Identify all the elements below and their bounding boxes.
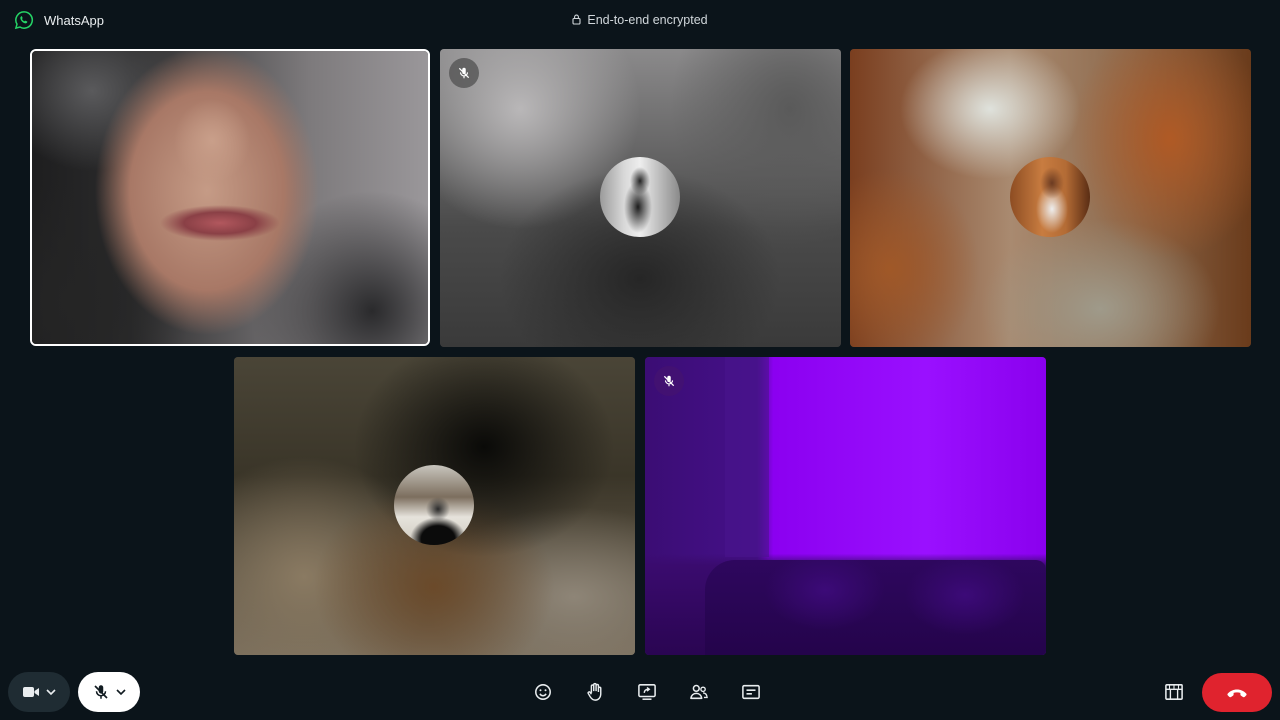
microphone-off-icon — [92, 683, 110, 701]
participant-tile-4[interactable] — [234, 357, 635, 655]
raise-hand-button[interactable] — [580, 678, 610, 706]
phone-hangup-icon — [1226, 687, 1248, 699]
participant-avatar — [600, 157, 680, 237]
camera-toggle-button[interactable] — [8, 672, 70, 712]
participant-video-feed — [645, 357, 1046, 655]
participant-tile-5[interactable] — [645, 357, 1046, 655]
participants-button[interactable] — [684, 678, 714, 706]
share-screen-icon — [637, 683, 657, 701]
muted-mic-icon — [449, 58, 479, 88]
end-call-button[interactable] — [1202, 673, 1272, 712]
participant-tile-2[interactable] — [440, 49, 841, 347]
captions-button[interactable] — [736, 678, 766, 706]
people-icon — [689, 683, 709, 701]
title-bar: WhatsApp End-to-end encrypted — [0, 0, 1280, 40]
chevron-down-icon[interactable] — [46, 688, 56, 696]
hand-icon — [586, 682, 604, 702]
encryption-label: End-to-end encrypted — [587, 13, 708, 27]
participant-tile-3[interactable] — [850, 49, 1251, 347]
participant-avatar — [1010, 157, 1090, 237]
layout-button[interactable] — [1159, 677, 1189, 707]
chevron-down-icon[interactable] — [116, 688, 126, 696]
captions-icon — [741, 683, 761, 701]
video-detail — [725, 357, 769, 557]
encryption-notice: End-to-end encrypted — [0, 13, 1280, 27]
lock-icon — [572, 14, 581, 25]
video-detail — [705, 560, 1046, 655]
self-video-feed — [32, 51, 428, 344]
share-screen-button[interactable] — [632, 678, 662, 706]
reactions-button[interactable] — [528, 678, 558, 706]
layout-icon — [1164, 683, 1184, 701]
microphone-toggle-button[interactable] — [78, 672, 140, 712]
self-video-tile[interactable] — [30, 49, 430, 346]
smiley-icon — [534, 683, 552, 701]
participant-avatar — [394, 465, 474, 545]
muted-mic-icon — [654, 366, 684, 396]
video-camera-icon — [22, 685, 40, 699]
